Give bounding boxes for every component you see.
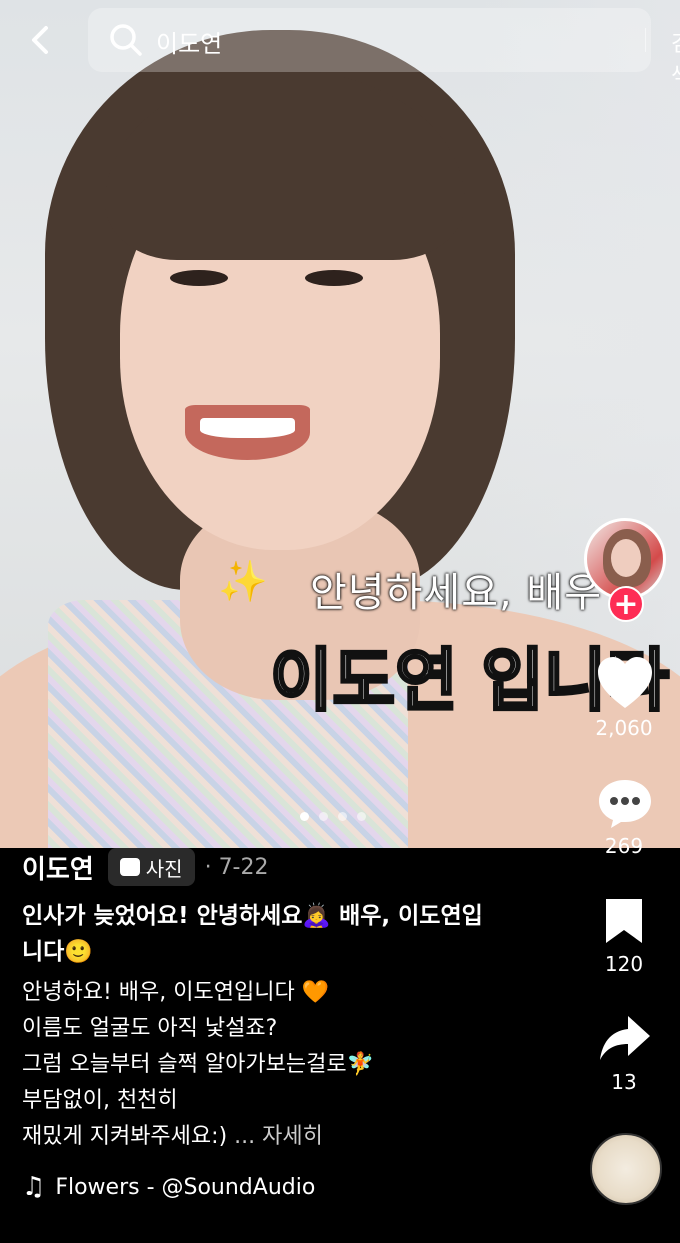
photo-type-chip: 사진 (107, 848, 195, 886)
description-line-last: 재밌게 지켜봐주세요:) ... 자세히 (22, 1119, 582, 1155)
see-more-link[interactable]: ... 자세히 (234, 1124, 323, 1149)
bookmark-count: 120 (604, 952, 644, 976)
search-button[interactable]: 검색 (671, 26, 680, 90)
post-date: · 7-22 (204, 854, 269, 880)
author-name[interactable]: 이도연 (22, 849, 94, 886)
description-line: 부담없이, 천천히 (22, 1088, 178, 1113)
overlay-caption-line1: 안녕하세요, 배우 (310, 570, 603, 616)
search-query[interactable]: 이도연 (156, 24, 222, 59)
music-info[interactable]: ♫ Flowers - @SoundAudio (22, 1172, 315, 1202)
chevron-left-icon (32, 26, 48, 54)
carousel-dot (319, 812, 328, 821)
post-description[interactable]: 안녕하요! 배우, 이도연입니다 🧡 이름도 얼굴도 아직 낯설죠? 그럼 오늘… (22, 975, 582, 1155)
photo-eye-right (305, 270, 363, 286)
bookmark-icon[interactable] (603, 897, 645, 945)
like-count: 2,060 (595, 716, 653, 740)
search-bar[interactable]: 이도연 검색 (88, 8, 680, 89)
back-button[interactable] (22, 20, 62, 60)
avatar-face (611, 539, 641, 577)
sparkles-icon: ✨ (218, 559, 268, 605)
heart-icon[interactable] (596, 656, 654, 710)
photo-type-label: 사진 (145, 856, 183, 881)
search-divider (645, 28, 646, 52)
author-row: 이도연 사진 · 7-22 (22, 848, 269, 886)
comment-count: 269 (604, 834, 644, 858)
description-line: 이름도 얼굴도 아직 낯설죠? (22, 1016, 278, 1041)
carousel-indicator (300, 812, 366, 821)
music-note-icon: ♫ (22, 1172, 46, 1202)
comment-icon[interactable] (597, 778, 653, 830)
share-icon[interactable] (598, 1014, 652, 1064)
description-line: 그럼 오늘부터 슬쩍 알아가보는걸로🧚 (22, 1052, 374, 1077)
music-disc[interactable] (590, 1133, 662, 1205)
description-line: 재밌게 지켜봐주세요:) (22, 1124, 235, 1149)
carousel-dot-active (300, 812, 309, 821)
carousel-dot (357, 812, 366, 821)
description-line: 안녕하요! 배우, 이도연입니다 🧡 (22, 980, 330, 1005)
search-icon (110, 24, 142, 56)
photo-mode-icon (119, 858, 140, 876)
post-title: 인사가 늦었어요! 안녕하세요🙇‍♀️ 배우, 이도연입니다🙂 (22, 903, 483, 965)
music-title: Flowers - @SoundAudio (55, 1174, 316, 1200)
photo-eye-left (170, 270, 228, 286)
follow-button[interactable]: + (608, 586, 644, 622)
carousel-dot (338, 812, 347, 821)
photo-teeth (200, 418, 295, 438)
share-count: 13 (611, 1070, 637, 1094)
